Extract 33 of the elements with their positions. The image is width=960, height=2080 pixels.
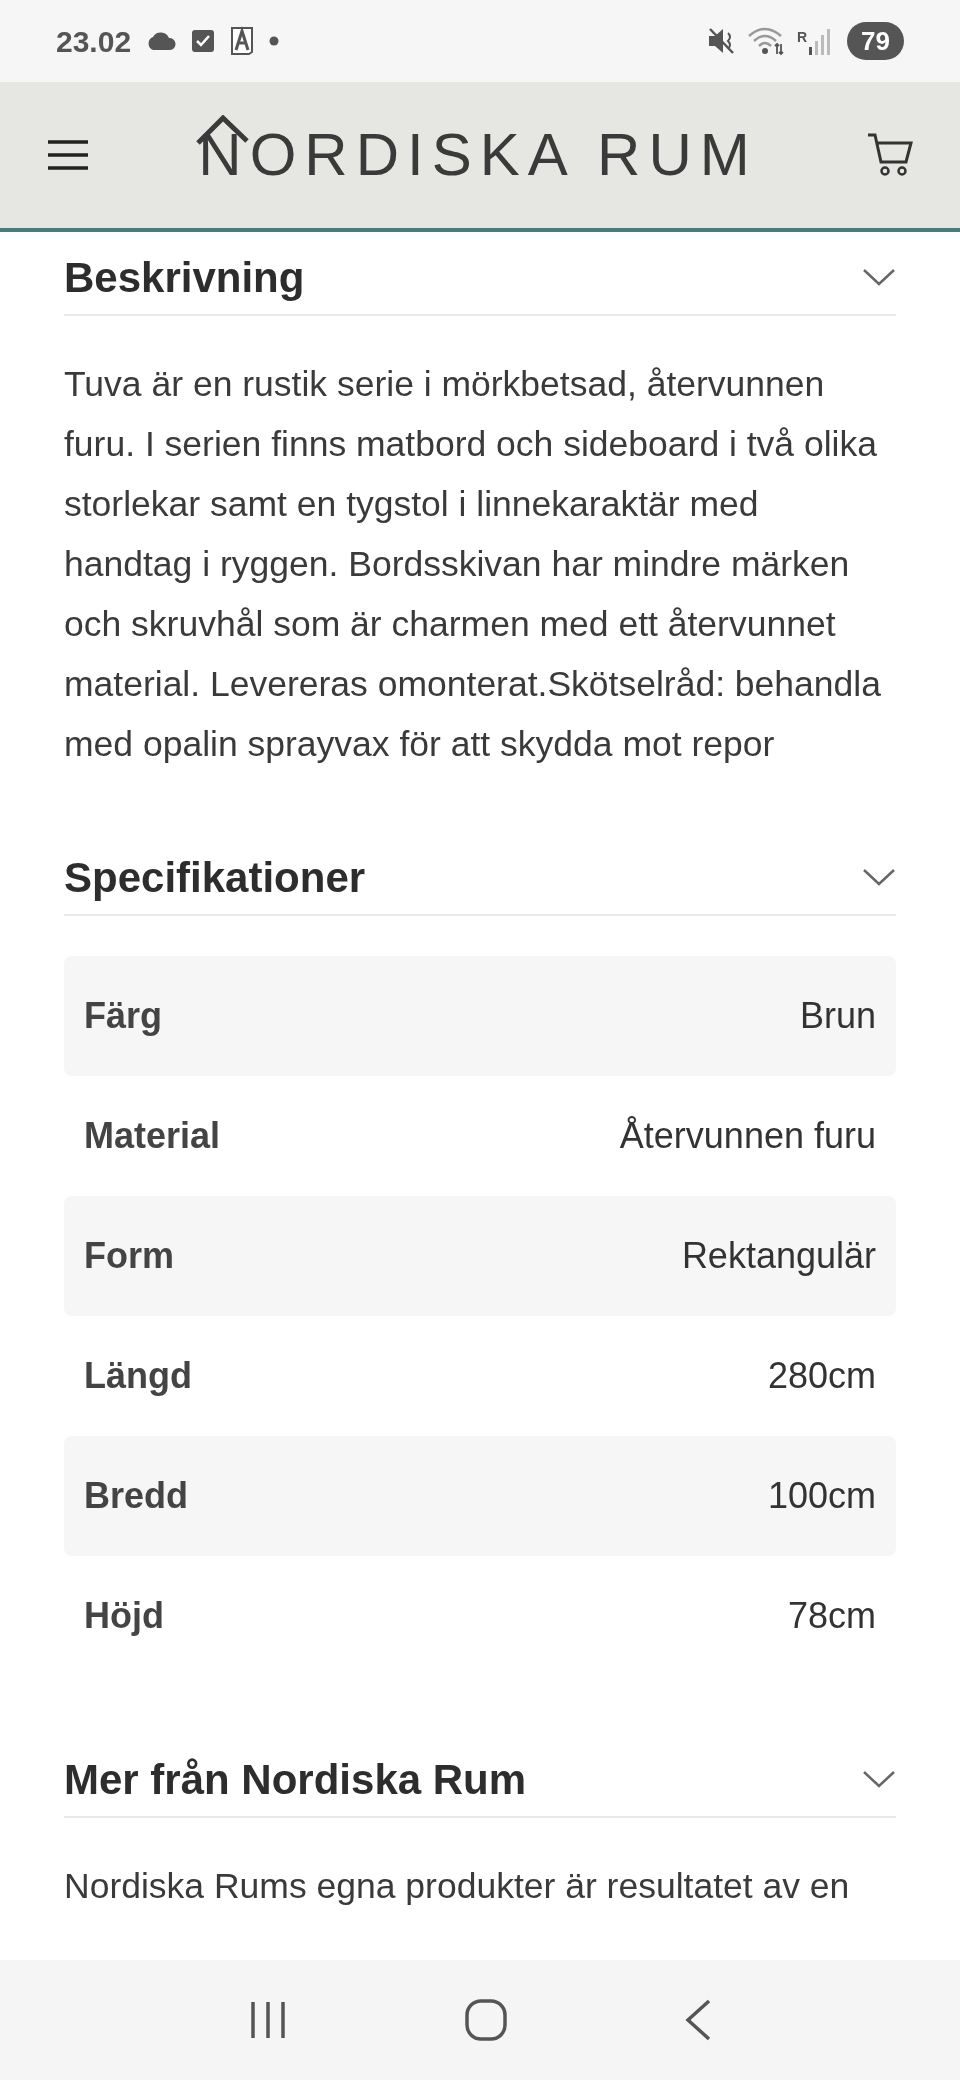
chevron-icon[interactable]: [862, 267, 896, 287]
network-letter: R: [796, 28, 808, 47]
spec-label: Bredd: [84, 1474, 188, 1518]
status-time: 23.02: [56, 23, 132, 60]
spec-label: Höjd: [84, 1594, 164, 1638]
home-icon[interactable]: [465, 1999, 507, 2041]
description-text: Nordiska Rums egna produkter är resultatet av en: [64, 1865, 851, 1908]
chevron-icon[interactable]: [862, 867, 896, 887]
dot-icon: [269, 36, 280, 46]
spec-value: 100cm: [767, 1474, 876, 1518]
spec-label: Material: [84, 1114, 221, 1158]
checkbox-icon: [191, 29, 216, 53]
cart-icon[interactable]: [866, 132, 914, 178]
spec-value: 280cm: [767, 1354, 876, 1398]
section-title[interactable]: Specifikationer: [64, 845, 366, 909]
back-icon[interactable]: [683, 1999, 712, 2041]
spec-value: Brun: [799, 994, 876, 1038]
spec-label: Form: [84, 1234, 174, 1278]
wifi-icon: [746, 26, 787, 56]
app-icon: [229, 26, 256, 56]
spec-label: Längd: [84, 1354, 192, 1398]
battery-indicator: 79: [847, 22, 904, 60]
chevron-icon[interactable]: [862, 1769, 896, 1789]
spec-value: 78cm: [787, 1594, 876, 1638]
spec-value: Återvunnen furu: [619, 1114, 876, 1158]
section-title[interactable]: Beskrivning: [64, 245, 305, 309]
section-title[interactable]: Mer från Nordiska Rum: [64, 1747, 527, 1811]
menu-icon[interactable]: [46, 139, 90, 171]
mute-icon: [706, 27, 737, 55]
description-text: Tuva är en rustik serie i mörkbetsad, återvunnen furu. I serien finns matbord och sideboard i två olika storlekar samt en tygstol i linnekaraktär med handtag i ryggen. Bordsskivan har mindre märken och skruvhål som är charmen med ett återvunnet material. Levereras omonterat.Skötselråd: behandla med opalin sprayvax för att skydda mot repor: [64, 363, 882, 766]
spec-value: Rektangulär: [681, 1234, 876, 1278]
signal-icon: [809, 27, 832, 55]
spec-label: Färg: [84, 994, 162, 1038]
